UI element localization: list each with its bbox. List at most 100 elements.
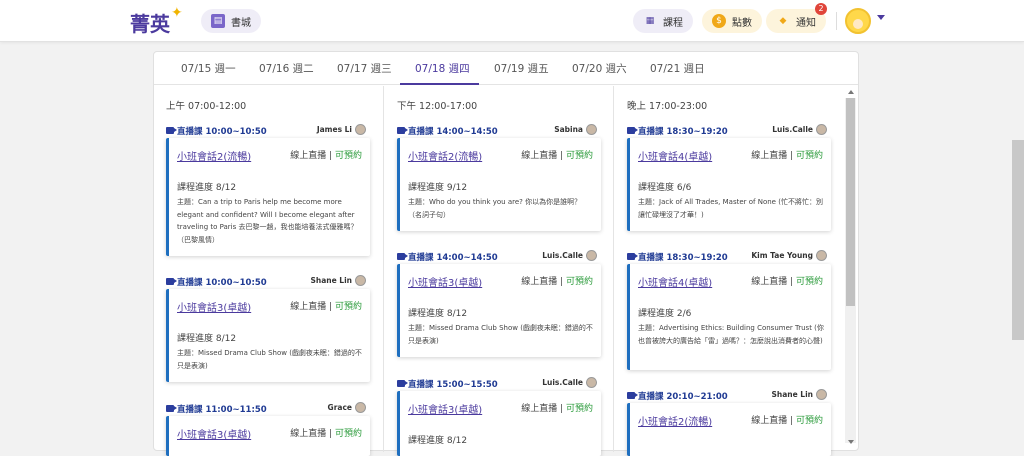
course-button[interactable]: ▦ 課程 [633,9,693,33]
session-header: 直播課 11:00~11:50 Grace [166,402,366,415]
course-topic: 主題：Who do you think you are? 你以為你是誰啊？（名詞… [408,198,582,219]
course-progress: 課程進度 8/12 [177,183,237,193]
bookstore-button[interactable]: ▤ 書城 [201,9,261,33]
teacher-name: Shane Lin [771,390,813,399]
teacher-avatar [816,389,827,400]
course-topic: 主題：Missed Drama Club Show (戲劇夜未眠：錯過的不只是表… [177,349,362,370]
course-card[interactable]: 小班會話2(流暢) 線上直播 | 可預約 課程進度 9/12 主題：Who do… [397,138,601,231]
date-tabs: 07/15 週一 07/16 週二 07/17 週三 07/18 週四 07/1… [154,52,858,85]
brand-logo[interactable]: 菁英 [130,8,170,37]
session-header: 直播課 18:30~19:20 Luis.Calle [627,124,827,137]
session-time: 直播課 11:00~11:50 [177,405,267,415]
course-progress: 課程進度 6/6 [638,183,692,193]
active-tab-indicator [400,83,479,85]
course-title-link[interactable]: 小班會話2(流暢) [408,148,482,163]
course-status: 線上直播 | 可預約 [521,274,593,287]
course-progress: 課程進度 2/6 [638,309,692,319]
teacher-name: Shane Lin [310,276,352,285]
points-button[interactable]: $ 點數 [702,9,762,33]
teacher-name: James Li [316,125,352,134]
session-time: 直播課 10:00~10:50 [177,127,267,137]
teacher-avatar [355,124,366,135]
teacher-avatar [355,275,366,286]
course-mode: 線上直播 | [751,277,796,287]
video-camera-icon [397,253,405,260]
course-status: 線上直播 | 可預約 [521,401,593,414]
video-camera-icon [627,392,635,399]
course-progress: 課程進度 8/12 [408,436,468,446]
teacher-name: Luis.Calle [772,125,813,134]
course-status: 線上直播 | 可預約 [290,148,362,161]
course-card[interactable]: 小班會話3(卓越) 線上直播 | 可預約 課程進度 8/12 主題：Missed… [166,289,370,382]
tab-date[interactable]: 07/16 週二 [259,61,314,76]
session-time: 直播課 20:10~21:00 [638,392,728,402]
video-camera-icon [397,380,405,387]
course-mode: 線上直播 | [521,404,566,414]
availability-status: 可預約 [565,151,593,161]
course-progress: 課程進度 8/12 [177,334,237,344]
course-label: 課程 [663,17,683,29]
course-status: 線上直播 | 可預約 [751,148,823,161]
course-title-link[interactable]: 小班會話4(卓越) [638,148,712,163]
chevron-down-icon[interactable] [877,15,885,20]
course-title-link[interactable]: 小班會話2(流暢) [638,413,712,428]
course-card[interactable]: 小班會話4(卓越) 線上直播 | 可預約 課程進度 6/6 主題：Jack of… [627,138,831,231]
course-card[interactable]: 小班會話3(卓越) 線上直播 | 可預約 課程進度 8/12 主題：Missed… [397,264,601,357]
course-card[interactable]: 小班會話2(流暢) 線上直播 | 可預約 [627,403,831,456]
points-label: 點數 [732,17,752,29]
session-time: 直播課 10:00~10:50 [177,278,267,288]
calendar-icon: ▦ [645,16,655,26]
availability-status: 可預約 [795,151,823,161]
course-status: 線上直播 | 可預約 [751,274,823,287]
tab-date-active[interactable]: 07/18 週四 [415,61,470,76]
session-time: 直播課 15:00~15:50 [408,380,498,390]
course-topic: 主題：Advertising Ethics: Building Consumer… [638,324,824,345]
scrollbar-thumb[interactable] [846,98,855,306]
tab-date[interactable]: 07/17 週三 [337,61,392,76]
course-title-link[interactable]: 小班會話3(卓越) [177,299,251,314]
course-topic: 主題：Missed Drama Club Show (戲劇夜未眠：錯過的不只是表… [408,324,593,345]
course-progress: 課程進度 9/12 [408,183,468,193]
teacher-name: Sabina [554,125,583,134]
availability-status: 可預約 [795,416,823,426]
course-title-link[interactable]: 小班會話3(卓越) [177,426,251,441]
course-title-link[interactable]: 小班會話3(卓越) [408,401,482,416]
column-divider [613,86,614,452]
teacher-name: Grace [327,403,352,412]
scroll-down-arrow-icon[interactable] [848,440,854,444]
tab-date[interactable]: 07/19 週五 [494,61,549,76]
notification-label: 通知 [796,17,816,29]
page-scrollbar-thumb[interactable] [1012,140,1024,340]
course-title-link[interactable]: 小班會話3(卓越) [408,274,482,289]
course-card[interactable]: 小班會話4(卓越) 線上直播 | 可預約 課程進度 2/6 主題：Adverti… [627,264,831,370]
top-nav-bar: 菁英 ✦ ▤ 書城 ▦ 課程 $ 點數 ◆ 通知 2 [0,0,1024,42]
tab-date[interactable]: 07/20 週六 [572,61,627,76]
course-card[interactable]: 小班會話2(流暢) 線上直播 | 可預約 課程進度 8/12 主題：Can a … [166,138,370,256]
course-topic: 主題：Jack of All Trades, Master of None (忙… [638,198,823,219]
tab-date[interactable]: 07/21 週日 [650,61,705,76]
course-title-link[interactable]: 小班會話2(流暢) [177,148,251,163]
teacher-avatar [816,124,827,135]
teacher-avatar [586,377,597,388]
course-mode: 線上直播 | [290,429,335,439]
course-mode: 線上直播 | [751,151,796,161]
availability-status: 可預約 [795,277,823,287]
course-mode: 線上直播 | [751,416,796,426]
course-mode: 線上直播 | [290,151,335,161]
session-time: 直播課 14:00~14:50 [408,253,498,263]
tab-date[interactable]: 07/15 週一 [181,61,236,76]
user-avatar[interactable] [845,8,871,34]
column-title-evening: 晚上 17:00-23:00 [627,101,708,112]
teacher-name: Luis.Calle [542,251,583,260]
course-card[interactable]: 小班會話3(卓越) 線上直播 | 可預約 課程進度 8/12 [397,391,601,456]
course-card[interactable]: 小班會話3(卓越) 線上直播 | 可預約 [166,416,370,456]
session-time: 直播課 18:30~19:20 [638,127,728,137]
course-title-link[interactable]: 小班會話4(卓越) [638,274,712,289]
bell-icon: ◆ [779,16,787,26]
scroll-up-arrow-icon[interactable] [848,90,854,94]
availability-status: 可預約 [565,277,593,287]
course-status: 線上直播 | 可預約 [751,413,823,426]
notification-count-badge: 2 [815,3,827,15]
schedule-scrollbar[interactable] [845,98,856,443]
course-progress: 課程進度 8/12 [408,309,468,319]
